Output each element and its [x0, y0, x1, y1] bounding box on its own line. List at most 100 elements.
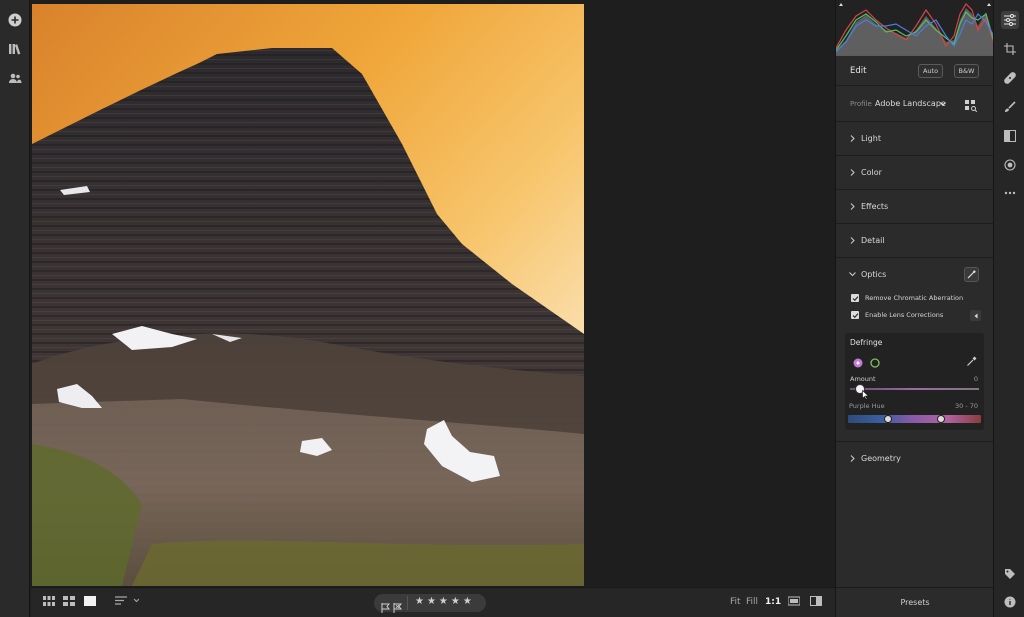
lens-corrections-checkbox[interactable]: [851, 311, 859, 319]
green-circle-icon: [870, 358, 880, 368]
purple-circle-icon: [853, 358, 863, 368]
divider: [407, 596, 408, 610]
histogram-graph: [835, 3, 995, 56]
sort-button[interactable]: [115, 596, 139, 606]
profile-label: Profile: [850, 100, 872, 108]
radial-gradient-tool-button[interactable]: [1001, 156, 1019, 174]
section-effects-label: Effects: [861, 202, 889, 211]
sort-icon: [115, 596, 139, 605]
highlight-clipping-icon: [987, 3, 991, 6]
profile-dropdown[interactable]: Adobe Landscape: [875, 99, 946, 108]
section-detail[interactable]: Detail: [836, 224, 994, 258]
eyedropper-icon: [967, 356, 977, 366]
green-fringe-picker[interactable]: [870, 353, 880, 372]
lens-corrections-expand-button[interactable]: [970, 310, 981, 321]
photo-canvas[interactable]: [31, 0, 835, 587]
edit-tool-button[interactable]: [1001, 11, 1019, 29]
plus-circle-icon: [8, 13, 22, 27]
square-grid-button[interactable]: [63, 596, 75, 606]
info-button[interactable]: [1001, 593, 1019, 611]
tag-icon: [1005, 569, 1015, 579]
crop-icon: [1004, 43, 1016, 55]
bottom-toolbar: ★★★★★ Fit Fill 1:1: [31, 587, 835, 617]
radial-gradient-icon: [1004, 159, 1016, 171]
section-effects[interactable]: Effects: [836, 190, 994, 224]
zoom-fill-button[interactable]: Fill: [746, 597, 758, 607]
star-rating[interactable]: ★★★★★: [415, 596, 475, 607]
library-icon: [9, 44, 21, 55]
chevron-down-icon[interactable]: [940, 102, 946, 106]
wand-icon: [967, 270, 976, 279]
bw-button[interactable]: B&W: [954, 64, 979, 78]
flag-icon: [381, 603, 391, 613]
checkmark-icon: [852, 312, 858, 318]
zoom-fit-button[interactable]: Fit: [730, 597, 741, 607]
compare-icon: [788, 596, 800, 606]
library-button[interactable]: [6, 40, 24, 58]
keywords-button[interactable]: [1001, 565, 1019, 583]
auto-button[interactable]: Auto: [918, 64, 943, 78]
defringe-title: Defringe: [850, 338, 883, 347]
grid-large-icon: [63, 596, 75, 606]
defringe-panel: Defringe Amount 0 Purple Hue 30 - 70: [845, 333, 984, 430]
purple-hue-value: 30 - 70: [954, 402, 978, 410]
section-light-label: Light: [861, 134, 881, 143]
healing-tool-button[interactable]: [1001, 69, 1019, 87]
fringe-eyedropper-button[interactable]: [966, 352, 977, 371]
reject-flag-icon: [393, 603, 403, 613]
mountain-photo: [32, 4, 584, 586]
lens-corrections-row[interactable]: Enable Lens Corrections: [851, 311, 943, 319]
lightroom-app: ★★★★★ Fit Fill 1:1 Edit Auto B&W Profile…: [0, 0, 1024, 617]
edit-header: Edit Auto B&W: [836, 56, 994, 86]
mountain-image: [32, 4, 584, 586]
remove-ca-checkbox[interactable]: [851, 294, 859, 302]
split-view-icon: [810, 596, 822, 606]
crop-tool-button[interactable]: [1001, 40, 1019, 58]
amount-value: 0: [973, 375, 978, 383]
purple-hue-slider-track[interactable]: [848, 415, 981, 423]
grid-small-icon: [43, 596, 55, 606]
section-detail-label: Detail: [861, 236, 885, 245]
presets-button[interactable]: Presets: [836, 587, 994, 617]
shadow-clipping-icon: [839, 3, 843, 6]
zoom-one-to-one-button[interactable]: 1:1: [765, 597, 781, 607]
grid-view-button[interactable]: [43, 596, 55, 606]
amount-label: Amount: [850, 375, 876, 383]
edit-title: Edit: [850, 66, 867, 76]
people-icon: [9, 73, 22, 83]
more-tools-button[interactable]: [1001, 184, 1019, 202]
remove-ca-row[interactable]: Remove Chromatic Aberration: [851, 294, 963, 302]
before-after-button[interactable]: [810, 596, 822, 606]
detail-view-button[interactable]: [84, 596, 96, 606]
triangle-left-icon: [974, 313, 977, 318]
compare-button[interactable]: [788, 596, 800, 606]
section-optics-label[interactable]: Optics: [861, 270, 886, 279]
presets-label: Presets: [900, 598, 930, 607]
linear-gradient-tool-button[interactable]: [1001, 127, 1019, 145]
purple-hue-label: Purple Hue: [849, 402, 885, 410]
optics-eyedropper-toggle[interactable]: [964, 267, 979, 282]
profile-browser-button[interactable]: [965, 97, 978, 116]
brush-tool-button[interactable]: [1001, 98, 1019, 116]
people-button[interactable]: [6, 69, 24, 87]
right-rail: [993, 0, 1024, 617]
section-color[interactable]: Color: [836, 156, 994, 190]
purple-hue-low-thumb[interactable]: [883, 415, 892, 423]
section-geometry[interactable]: Geometry: [836, 442, 994, 476]
profile-row: Profile Adobe Landscape: [836, 86, 994, 122]
section-light[interactable]: Light: [836, 122, 994, 156]
lens-corrections-label: Enable Lens Corrections: [865, 311, 944, 319]
chevron-right-icon: [850, 203, 855, 210]
left-rail: [0, 0, 30, 617]
purple-fringe-picker[interactable]: [853, 353, 863, 372]
checkmark-icon: [852, 295, 858, 301]
section-color-label: Color: [861, 168, 882, 177]
flag-rating-group: ★★★★★: [374, 594, 486, 613]
sliders-icon: [1004, 14, 1016, 26]
more-dots-icon: [1004, 191, 1016, 195]
reject-flag-button[interactable]: [393, 598, 403, 617]
add-photos-button[interactable]: [6, 11, 24, 29]
histogram: [835, 0, 995, 56]
chevron-down-icon[interactable]: [849, 272, 856, 277]
pick-flag-button[interactable]: [381, 598, 391, 617]
